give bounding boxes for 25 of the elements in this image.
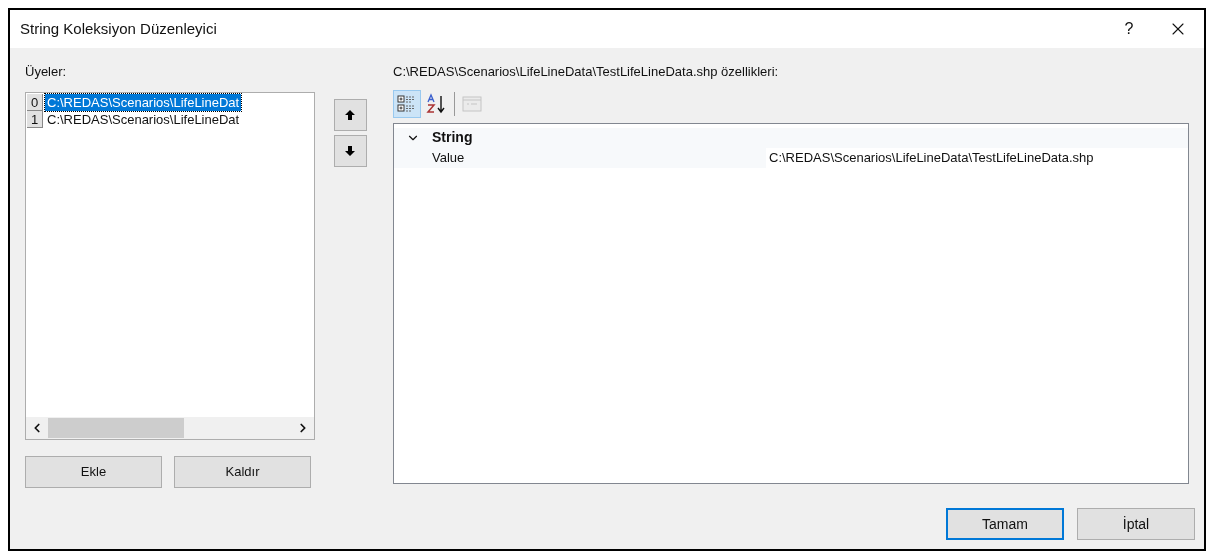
horizontal-scrollbar[interactable]	[26, 416, 314, 439]
category-row[interactable]: String	[394, 127, 1188, 148]
item-text: C:\REDAS\Scenarios\LifeLineDat	[45, 93, 242, 111]
property-value[interactable]: C:\REDAS\Scenarios\LifeLineData\TestLifeLineData.shp	[766, 147, 1188, 168]
move-up-button[interactable]	[333, 99, 367, 131]
list-item[interactable]: 0 C:\REDAS\Scenarios\LifeLineDat	[26, 93, 314, 111]
action-button[interactable]: Ekle	[25, 455, 162, 488]
arrow-down-icon	[344, 145, 356, 157]
properties-label: C:\REDAS\Scenarios\LifeLineData\TestLifeLineData.shp özellikleri:	[393, 63, 780, 81]
toolbar-button[interactable]	[393, 89, 421, 118]
sort-az-icon	[425, 92, 447, 115]
item-text: C:\REDAS\Scenarios\LifeLineDat	[46, 110, 241, 128]
list-item[interactable]: 1 C:\REDAS\Scenarios\LifeLineDat	[26, 110, 314, 128]
category-name: String	[432, 128, 473, 147]
dialog-button[interactable]: Tamam	[946, 508, 1064, 540]
members-label: Üyeler:	[25, 63, 68, 81]
index-label: 0	[27, 93, 43, 111]
move-down-button[interactable]	[333, 135, 367, 167]
scroll-thumb[interactable]	[48, 417, 184, 438]
dialog-button[interactable]: İptal	[1077, 508, 1195, 540]
window-title: String Koleksiyon Düzenleyici	[20, 18, 218, 39]
arrow-up-icon	[344, 109, 356, 121]
property-name[interactable]: Value	[394, 147, 766, 168]
action-button[interactable]: Kaldır	[174, 455, 311, 488]
help-button[interactable]: ?	[1106, 10, 1152, 48]
